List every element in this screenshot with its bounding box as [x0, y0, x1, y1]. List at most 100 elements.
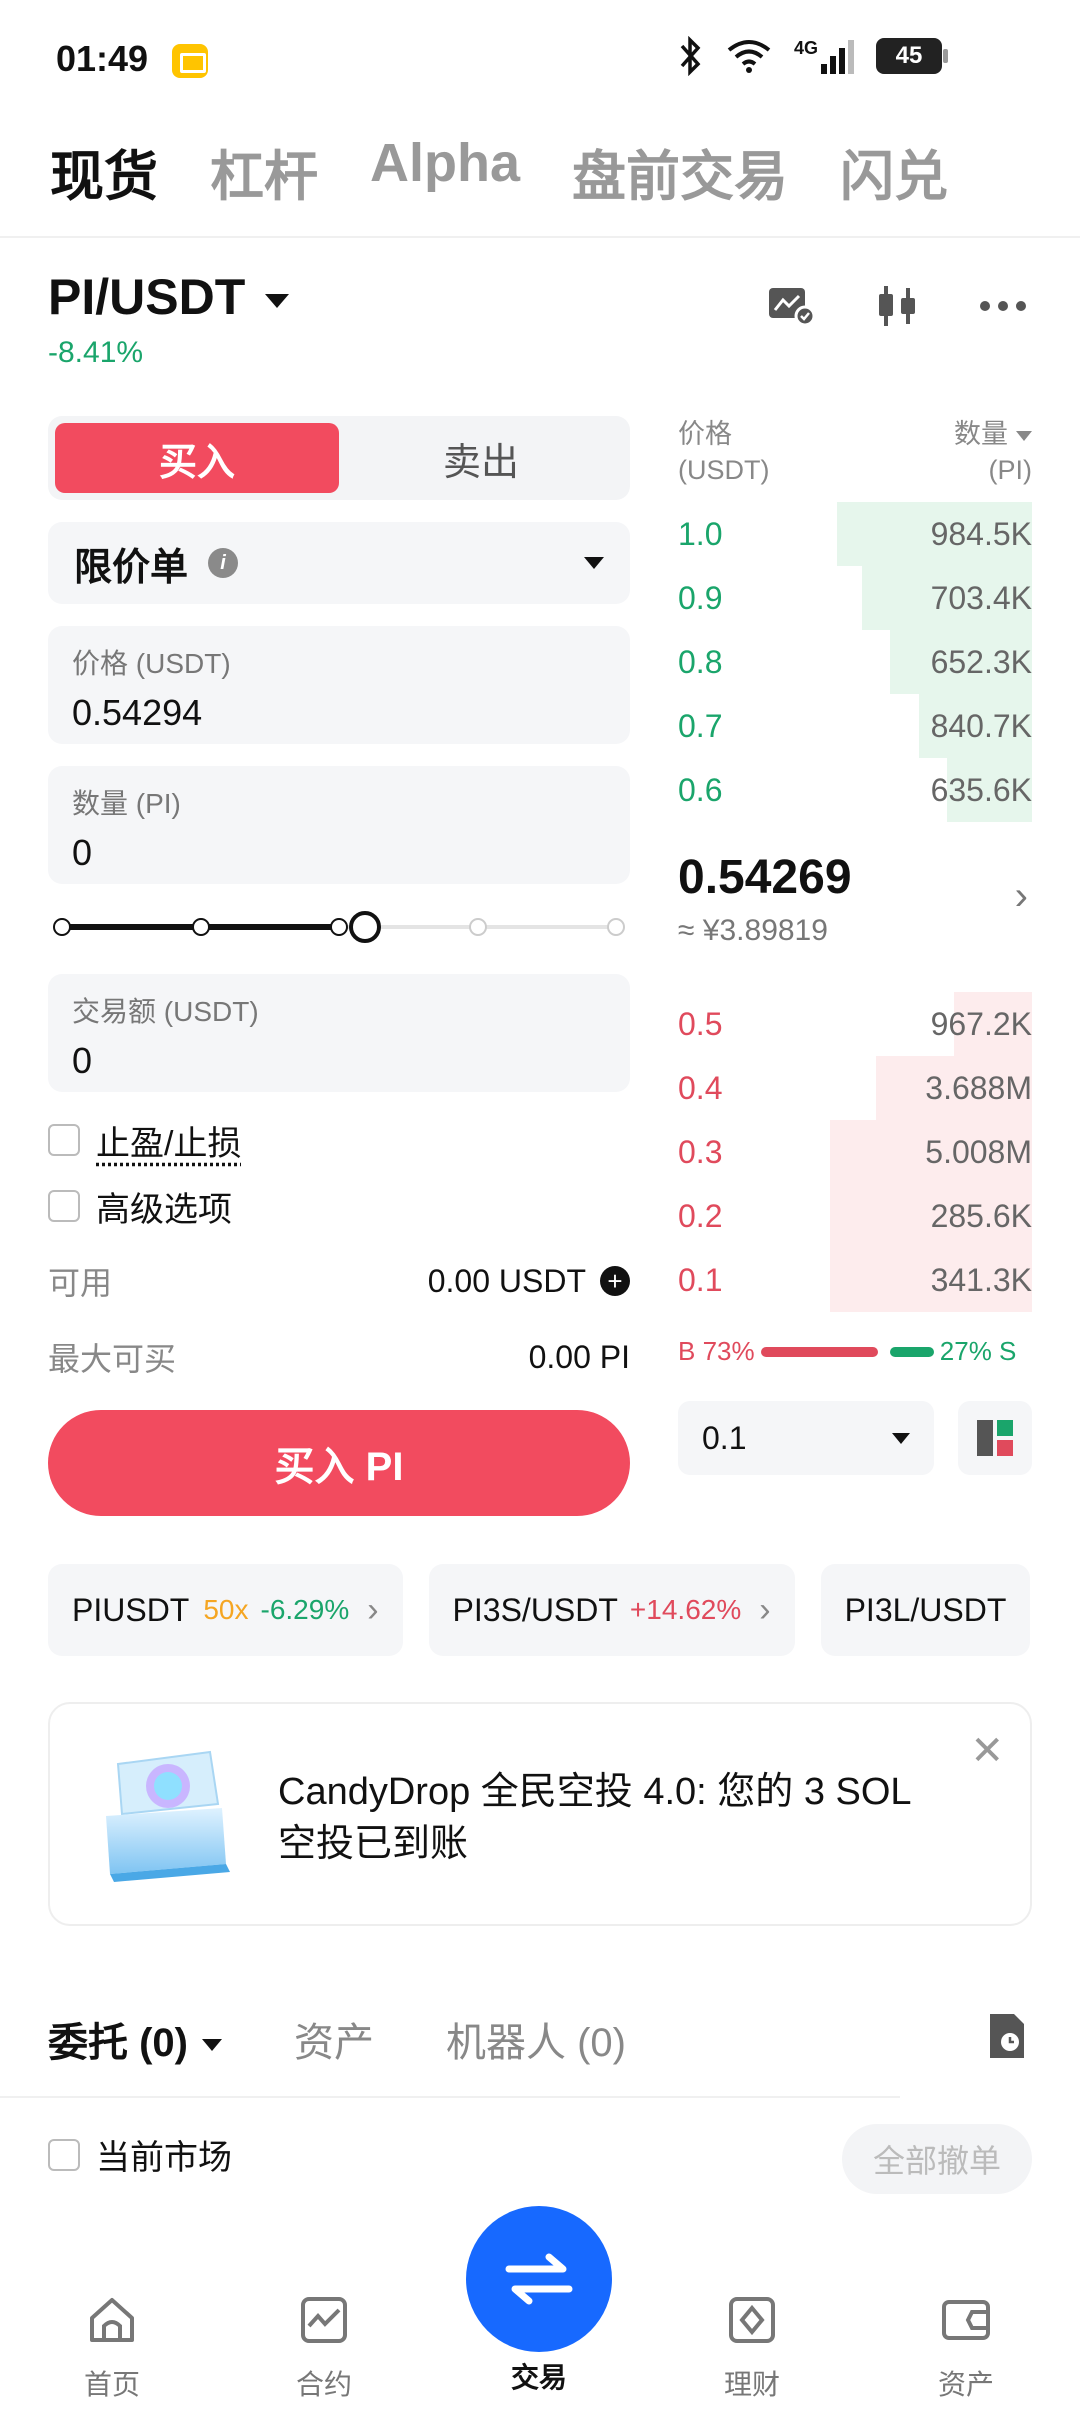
- checkbox-icon[interactable]: [48, 1124, 80, 1156]
- bid-price: 0.1: [678, 1261, 723, 1298]
- tab-convert[interactable]: 闪兑: [840, 132, 948, 211]
- slider-step[interactable]: [53, 918, 71, 936]
- tab-spot[interactable]: 现货: [50, 132, 158, 211]
- advanced-checkbox[interactable]: 高级选项: [48, 1184, 630, 1229]
- bid-price: 0.2: [678, 1197, 723, 1234]
- quantity-input[interactable]: 0: [72, 832, 606, 874]
- slider-knob[interactable]: [349, 911, 381, 943]
- status-icons: 4G 45: [678, 36, 1032, 76]
- max-buy-row: 最大可买 0.00 PI: [48, 1334, 630, 1380]
- info-icon[interactable]: i: [208, 548, 239, 578]
- ask-row[interactable]: 0.8 652.3K: [678, 630, 1032, 694]
- quantity-header[interactable]: 数量 (PI): [954, 416, 1032, 488]
- buy-button[interactable]: 买入 PI: [48, 1410, 630, 1516]
- last-price: 0.54269: [678, 851, 852, 904]
- nav-earn[interactable]: 理财: [682, 2294, 822, 2403]
- ticker-chip[interactable]: PI3S/USDT +14.62% ›: [428, 1564, 795, 1656]
- pair-selector[interactable]: PI/USDT: [48, 268, 290, 326]
- checkbox-icon[interactable]: [48, 1190, 80, 1222]
- candlestick-icon[interactable]: [872, 284, 922, 328]
- ticker-leverage: 50x: [203, 1594, 249, 1625]
- ask-price: 0.8: [678, 643, 723, 680]
- slider-step[interactable]: [191, 918, 210, 936]
- qty-header: 数量: [954, 419, 1008, 449]
- current-market-checkbox[interactable]: 当前市场: [48, 2130, 232, 2179]
- tpsl-checkbox[interactable]: 止盈/止损: [48, 1116, 630, 1165]
- book-layout-icon[interactable]: [958, 1401, 1032, 1475]
- market-type-tabs: 现货 杠杆 Alpha 盘前交易 闪兑: [50, 132, 948, 211]
- buy-sell-ratio: B 73% 27% S: [678, 1336, 1032, 1367]
- tpsl-label[interactable]: 止盈/止损: [96, 1116, 241, 1165]
- ask-list: 1.0 984.5K 0.9 703.4K 0.8 652.3K 0.7 840.7K 0.6 6…: [678, 502, 1032, 822]
- amount-input[interactable]: 0: [72, 1040, 606, 1082]
- cancel-all-button[interactable]: 全部撤单: [842, 2124, 1032, 2194]
- header-actions: [766, 284, 1028, 328]
- ticker-symbol: PIUSDT: [72, 1591, 190, 1628]
- caret-down-icon: [202, 2039, 222, 2052]
- quantity-field[interactable]: 数量 (PI) 0: [48, 766, 630, 884]
- tab-alpha[interactable]: Alpha: [370, 132, 520, 211]
- promo-banner[interactable]: CandyDrop 全民空投 4.0: 您的 3 SOL 空投已到账 ✕: [48, 1702, 1032, 1926]
- nav-earn-label: 理财: [723, 2369, 780, 2400]
- bid-list: 0.5 967.2K 0.4 3.688M 0.3 5.008M 0.2 285.6K 0.1 3…: [678, 992, 1032, 1312]
- price-label: 价格 (USDT): [72, 648, 231, 679]
- bid-row[interactable]: 0.2 285.6K: [678, 1184, 1032, 1248]
- network-type: 4G: [794, 38, 819, 58]
- tab-bots[interactable]: 机器人 (0): [446, 2010, 626, 2068]
- available-value: 0.00 USDT: [427, 1262, 586, 1299]
- nav-home-label: 首页: [83, 2369, 140, 2400]
- ask-row[interactable]: 1.0 984.5K: [678, 502, 1032, 566]
- status-bar: 01:49 4G 45: [0, 0, 1080, 120]
- available-label: 可用: [48, 1265, 113, 1301]
- ask-row[interactable]: 0.6 635.6K: [678, 758, 1032, 822]
- tab-premarket[interactable]: 盘前交易: [572, 132, 788, 211]
- signal-icon: 4G: [794, 38, 855, 74]
- price-input[interactable]: 0.54294: [72, 692, 606, 734]
- order-history-icon[interactable]: [986, 2012, 1028, 2060]
- chart-settings-icon[interactable]: [766, 284, 816, 328]
- slider-step[interactable]: [330, 918, 348, 936]
- earn-icon: [729, 2297, 775, 2343]
- status-time: 01:49: [56, 38, 149, 79]
- slider-step[interactable]: [468, 918, 487, 936]
- close-icon[interactable]: ✕: [970, 1728, 1004, 1774]
- side-toggle: 买入 卖出: [48, 416, 630, 500]
- order-type-select[interactable]: 限价单 i: [48, 522, 630, 604]
- bid-quantity: 967.2K: [930, 1005, 1032, 1042]
- chevron-right-icon: ›: [1014, 874, 1028, 918]
- ask-row[interactable]: 0.7 840.7K: [678, 694, 1032, 758]
- ticker-chip[interactable]: PI3L/USDT: [820, 1564, 1031, 1656]
- amount-field[interactable]: 交易额 (USDT) 0: [48, 974, 630, 1092]
- sell-tab[interactable]: 卖出: [339, 423, 623, 493]
- price-field[interactable]: 价格 (USDT) 0.54294: [48, 626, 630, 744]
- buy-tab[interactable]: 买入: [55, 423, 339, 493]
- available-row: 可用 0.00 USDT +: [48, 1258, 630, 1304]
- buy-ratio: B 73%: [678, 1336, 755, 1366]
- bid-row[interactable]: 0.5 967.2K: [678, 992, 1032, 1056]
- more-icon[interactable]: [978, 284, 1028, 328]
- tab-margin[interactable]: 杠杆: [210, 132, 318, 211]
- ticker-symbol: PI3L/USDT: [844, 1591, 1007, 1628]
- nav-trade-label: 交易: [510, 2362, 567, 2393]
- slider-step[interactable]: [607, 918, 625, 936]
- bid-quantity: 3.688M: [925, 1069, 1032, 1106]
- bid-row[interactable]: 0.1 341.3K: [678, 1248, 1032, 1312]
- bid-row[interactable]: 0.3 5.008M: [678, 1120, 1032, 1184]
- nav-assets[interactable]: 资产: [896, 2294, 1036, 2403]
- last-price-block[interactable]: 0.54269 ≈ ¥3.89819 ›: [678, 822, 1032, 992]
- depth-controls: 0.1: [678, 1401, 1032, 1475]
- bid-quantity: 5.008M: [925, 1133, 1032, 1170]
- ask-row[interactable]: 0.9 703.4K: [678, 566, 1032, 630]
- ticker-chip[interactable]: PIUSDT 50x -6.29% ›: [48, 1564, 403, 1656]
- tab-open-orders[interactable]: 委托 (0): [48, 2010, 222, 2068]
- depth-step-select[interactable]: 0.1: [678, 1401, 934, 1475]
- pair-symbol: PI/USDT: [48, 269, 246, 325]
- amount-slider[interactable]: [48, 902, 630, 952]
- plus-icon[interactable]: +: [600, 1266, 630, 1296]
- nav-futures[interactable]: 合约: [254, 2294, 394, 2403]
- nav-home[interactable]: 首页: [42, 2294, 182, 2403]
- nav-trade-button[interactable]: [466, 2206, 612, 2352]
- bid-row[interactable]: 0.4 3.688M: [678, 1056, 1032, 1120]
- tab-assets[interactable]: 资产: [294, 2010, 374, 2068]
- checkbox-icon[interactable]: [48, 2138, 80, 2171]
